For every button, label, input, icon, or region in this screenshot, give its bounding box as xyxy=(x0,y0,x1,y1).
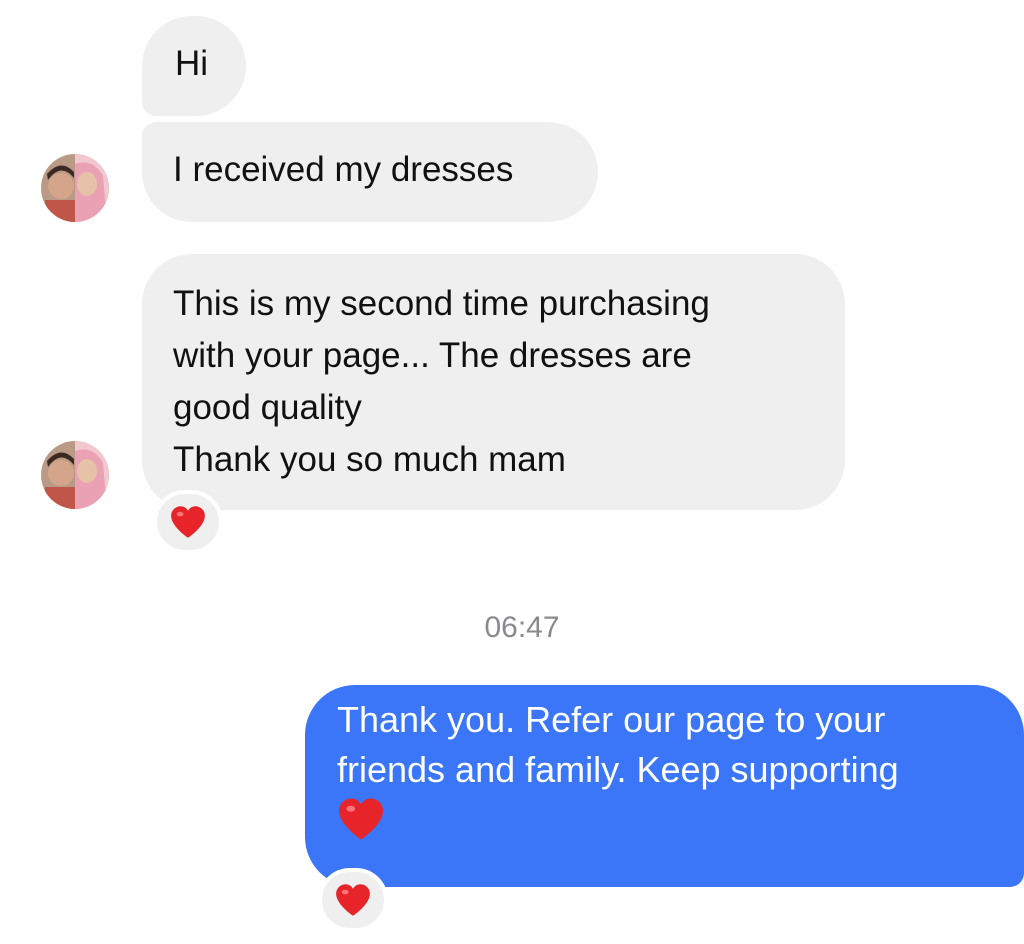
message-text-line: This is my second time purchasing xyxy=(173,284,710,323)
heart-icon xyxy=(335,883,371,917)
incoming-message-bubble[interactable]: Hi xyxy=(142,16,246,116)
message-text-line: with your page... The dresses are xyxy=(173,336,692,375)
message-thread: Hi I received my dresses This is my seco… xyxy=(0,0,1024,944)
incoming-message-bubble[interactable]: I received my dresses xyxy=(142,122,598,222)
incoming-message-bubble[interactable]: This is my second time purchasing with y… xyxy=(142,254,845,510)
heart-reaction[interactable] xyxy=(153,490,223,554)
message-timestamp: 06:47 xyxy=(484,611,560,644)
heart-icon xyxy=(337,797,1024,841)
message-text: Hi xyxy=(175,44,209,83)
message-text-line: good quality xyxy=(173,388,362,427)
message-text-line: friends and family. Keep supporting xyxy=(337,749,899,790)
avatar-photo xyxy=(41,441,109,509)
avatar-photo xyxy=(41,154,109,222)
avatar[interactable] xyxy=(41,441,109,509)
avatar[interactable] xyxy=(41,154,109,222)
outgoing-message-bubble[interactable]: Thank you. Refer our page to your friend… xyxy=(305,685,1024,887)
message-text-line: Thank you. Refer our page to your xyxy=(337,699,886,740)
message-text-line: Thank you so much mam xyxy=(173,440,566,479)
message-text: I received my dresses xyxy=(173,150,514,189)
heart-reaction[interactable] xyxy=(318,868,388,932)
heart-icon xyxy=(170,505,206,539)
